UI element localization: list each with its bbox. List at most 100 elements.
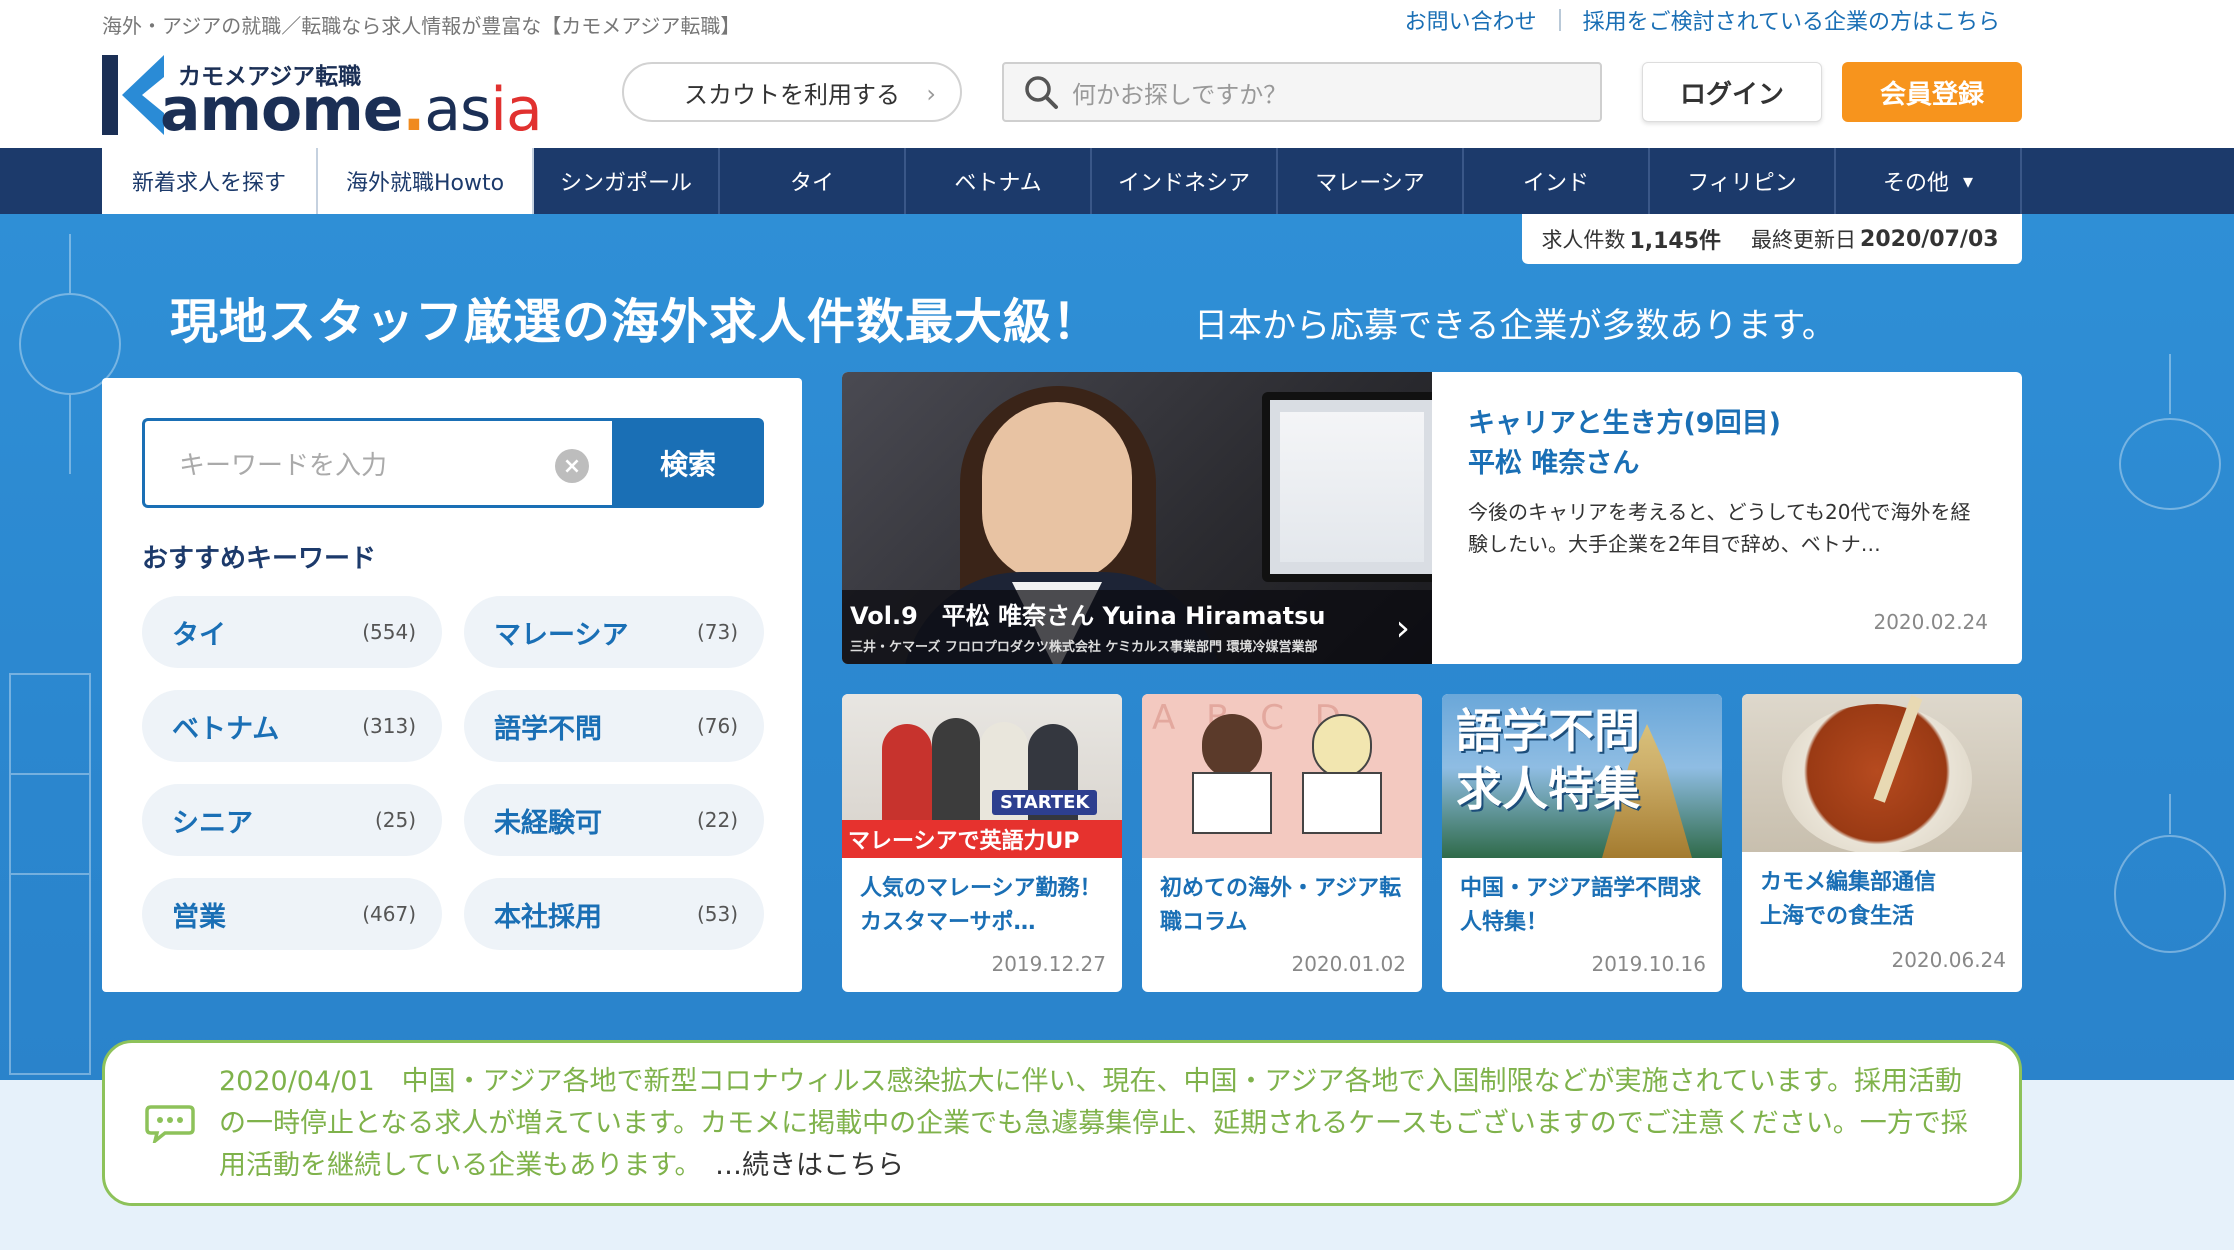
keyword-search-panel: キーワードを入力 × 検索 おすすめキーワード タイ (554) マレーシア (… [102, 378, 802, 992]
hero-headline: 現地スタッフ厳選の海外求人件数最大級！ [170, 294, 1102, 350]
keyword-chip-count: (25) [374, 808, 416, 832]
top-links: お問い合わせ 採用をご検討されている企業の方はこちら [1405, 4, 2000, 36]
lantern-decoration-icon [2114, 354, 2226, 953]
keyword-chip-count: (73) [696, 620, 738, 644]
keyword-chip[interactable]: 未経験可 (22) [464, 784, 764, 856]
article-card-date: 2019.12.27 [991, 952, 1106, 976]
article-card[interactable]: STARTEK マレーシアで英語力UP 人気のマレーシア勤務！カスタマーサポ… … [842, 694, 1122, 992]
nav-item-new-jobs[interactable]: 新着求人を探す [102, 148, 318, 214]
article-card[interactable]: 語学不問 求人特集 中国・アジア語学不問求人特集！ 2019.10.16 [1442, 694, 1722, 992]
featured-image-caption: Vol.9 平松 唯奈さん Yuina Hiramatsu 三井・ケマーズ フロ… [842, 590, 1432, 664]
site-search-input[interactable]: 何かお探しですか？ [1002, 62, 1602, 122]
caption-title: Vol.9 平松 唯奈さん Yuina Hiramatsu [850, 602, 1326, 630]
keyword-chip-label: タイ [172, 619, 226, 651]
nav-item-others[interactable]: その他 ▾ [1836, 148, 2022, 214]
keyword-chip-label: 本社採用 [494, 901, 602, 933]
site-tagline: 海外・アジアの就職／転職なら求人情報が豊富な【カモメアジア転職】 [102, 14, 741, 38]
keyword-chip-label: ベトナム [172, 713, 280, 745]
card-image-text: 語学不問 求人特集 [1456, 704, 1640, 816]
signup-button[interactable]: 会員登録 [1842, 62, 2022, 122]
keyword-chip-label: 営業 [172, 901, 226, 933]
keyword-chip-count: (76) [696, 714, 738, 738]
notice-body: 2020/04/01 中国・アジア各地で新型コロナウィルス感染拡大に伴い、現在、… [219, 1066, 1968, 1181]
keyword-chip-count: (467) [362, 902, 416, 926]
article-card-title: 中国・アジア語学不問求人特集！ [1460, 876, 1702, 935]
newspaper-illustration [1192, 772, 1272, 834]
article-card-image: A B C D [1142, 694, 1422, 858]
nav-item-india[interactable]: インド [1464, 148, 1650, 214]
person-illustration [1202, 714, 1262, 778]
article-card-date: 2019.10.16 [1591, 952, 1706, 976]
clear-icon[interactable]: × [555, 449, 589, 483]
nav-item-singapore[interactable]: シンガポール [534, 148, 720, 214]
article-card-image: 語学不問 求人特集 [1442, 694, 1722, 858]
keyword-chip[interactable]: 本社採用 (53) [464, 878, 764, 950]
keyword-input[interactable]: キーワードを入力 × [142, 418, 612, 508]
startek-logo: STARTEK [992, 790, 1098, 815]
article-card[interactable]: A B C D 初めての海外・アジア転職コラム 2020.01.02 [1142, 694, 1422, 992]
article-card-title: カモメ編集部通信 上海での食生活 [1760, 870, 1937, 929]
keyword-chip-count: (313) [362, 714, 416, 738]
login-button[interactable]: ログイン [1642, 62, 1822, 122]
chevron-right-icon: › [1395, 608, 1410, 649]
nav-item-others-label: その他 [1882, 171, 1949, 196]
keyword-chip-label: 語学不問 [494, 713, 602, 745]
speech-bubble-icon [145, 1105, 195, 1143]
monitor-illustration [1262, 392, 1432, 582]
article-card-image [1742, 694, 2022, 852]
article-card-date: 2020.06.24 [1891, 948, 2006, 972]
person-face [982, 402, 1132, 582]
nav-item-malaysia[interactable]: マレーシア [1278, 148, 1464, 214]
soup-bowl-illustration [1782, 704, 1972, 852]
keyword-chip[interactable]: タイ (554) [142, 596, 442, 668]
keyword-chip[interactable]: 営業 (467) [142, 878, 442, 950]
divider [1558, 9, 1561, 31]
keyword-chip-count: (22) [696, 808, 738, 832]
nav-item-howto[interactable]: 海外就職Howto [318, 148, 534, 214]
notice-text: 2020/04/01 中国・アジア各地で新型コロナウィルス感染拡大に伴い、現在、… [219, 1061, 1979, 1187]
employer-link[interactable]: 採用をご検討されている企業の方はこちら [1583, 4, 2000, 36]
chevron-right-icon: › [926, 80, 936, 108]
person-illustration [882, 724, 932, 824]
caption-subtitle: 三井・ケマーズ フロロプロダクツ株式会社 ケミカルス事業部門 環境冷媒営業部 [850, 640, 1318, 655]
updated-value: 2020/07/03 [1860, 226, 1999, 252]
keyword-chip[interactable]: 語学不問 (76) [464, 690, 764, 762]
keyword-chip-count: (554) [362, 620, 416, 644]
hero-subheadline: 日本から応募できる企業が多数あります。 [1194, 306, 1836, 346]
keyword-placeholder: キーワードを入力 [179, 450, 388, 481]
nav-item-indonesia[interactable]: インドネシア [1092, 148, 1278, 214]
announcement-notice: 2020/04/01 中国・アジア各地で新型コロナウィルス感染拡大に伴い、現在、… [102, 1040, 2022, 1206]
featured-article-title: キャリアと生き方(9回目) 平松 唯奈さん [1468, 404, 1988, 484]
jobs-count-value: 1,145件 [1629, 229, 1722, 254]
featured-title-line1: キャリアと生き方(9回目) [1468, 408, 1781, 439]
keyword-chip-label: シニア [172, 807, 253, 839]
article-card-title: 人気のマレーシア勤務！カスタマーサポ… [860, 876, 1102, 935]
featured-article-date: 2020.02.24 [1873, 610, 1988, 634]
article-card[interactable]: カモメ編集部通信 上海での食生活 2020.06.24 [1742, 694, 2022, 992]
building-decoration-icon [9, 673, 91, 1075]
keyword-chip[interactable]: シニア (25) [142, 784, 442, 856]
featured-article-text: キャリアと生き方(9回目) 平松 唯奈さん 今後のキャリアを考えると、どうしても… [1468, 404, 1988, 634]
article-card-image: STARTEK マレーシアで英語力UP [842, 694, 1122, 858]
keyword-chip-label: マレーシア [494, 619, 629, 651]
featured-title-line2: 平松 唯奈さん [1468, 448, 1640, 479]
keyword-search-button[interactable]: 検索 [612, 418, 764, 508]
site-logo[interactable]: カモメアジア転職 amome.asia [102, 55, 570, 145]
keyword-chip[interactable]: マレーシア (73) [464, 596, 764, 668]
nav-item-thailand[interactable]: タイ [720, 148, 906, 214]
article-card-date: 2020.01.02 [1291, 952, 1406, 976]
notice-read-more-link[interactable]: …続きはこちら [715, 1150, 904, 1181]
featured-article-card[interactable]: Vol.9 平松 唯奈さん Yuina Hiramatsu 三井・ケマーズ フロ… [842, 372, 2022, 664]
nav-item-vietnam[interactable]: ベトナム [906, 148, 1092, 214]
scout-button[interactable]: スカウトを利用する › [622, 62, 962, 122]
nav-item-philippines[interactable]: フィリピン [1650, 148, 1836, 214]
contact-link[interactable]: お問い合わせ [1405, 4, 1537, 36]
person-illustration [1312, 714, 1372, 778]
main-nav: 新着求人を探す 海外就職Howto シンガポール タイ ベトナム インドネシア … [0, 148, 2234, 214]
newspaper-illustration [1302, 772, 1382, 834]
person-illustration [932, 718, 980, 822]
card-image-banner: マレーシアで英語力UP [842, 820, 1122, 858]
keyword-chip[interactable]: ベトナム (313) [142, 690, 442, 762]
logo-wordmark: amome.asia [160, 75, 543, 145]
search-icon [1025, 76, 1058, 109]
